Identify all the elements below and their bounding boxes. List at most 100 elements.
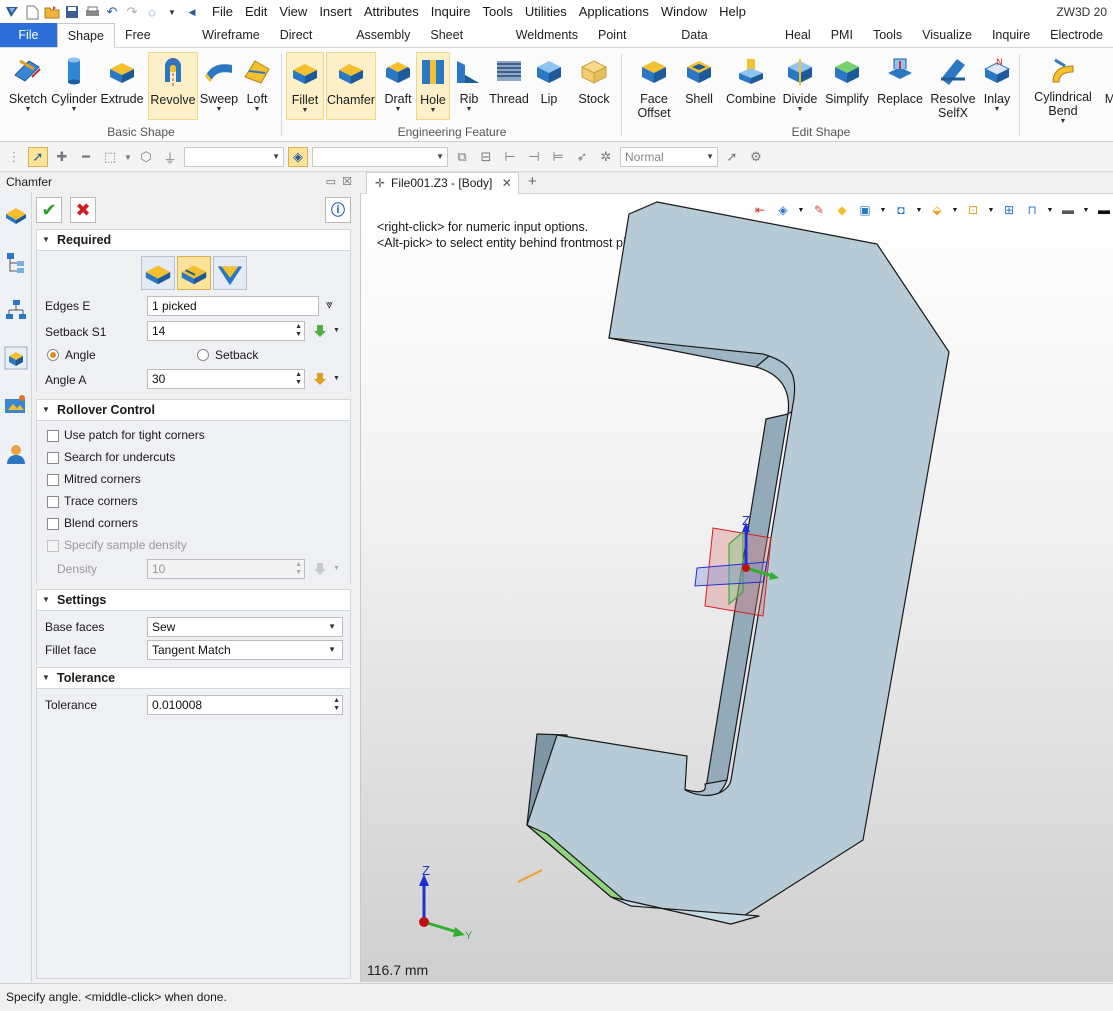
asymmetric-chamfer-icon[interactable] (177, 256, 211, 290)
add-tab-icon[interactable]: + (528, 173, 537, 190)
tab-tools[interactable]: Tools (863, 23, 912, 47)
menu-insert[interactable]: Insert (313, 0, 358, 24)
filter-icon[interactable]: ⏚ (160, 147, 180, 167)
tab-electrode[interactable]: Electrode (1040, 23, 1113, 47)
cursor-disabled-icon[interactable]: ➚ (722, 147, 742, 167)
lip-button[interactable]: Lip (534, 52, 564, 120)
part-icon[interactable] (4, 346, 28, 370)
tab-shape[interactable]: Shape (56, 23, 115, 48)
spinner-icon[interactable]: ▲ ▼ (295, 561, 302, 577)
tab-inquire[interactable]: Inquire (982, 23, 1040, 47)
divide-button[interactable]: Divide ▼ (780, 52, 820, 120)
new-file-icon[interactable] (24, 4, 40, 20)
history-tree-icon[interactable] (4, 250, 28, 274)
chamfer-button[interactable]: Chamfer (326, 52, 376, 120)
measure-icon[interactable]: ⊢ (500, 147, 520, 167)
expand-menu-icon[interactable]: ◀ (184, 4, 200, 20)
lasso-icon[interactable]: ⬡ (136, 147, 156, 167)
pick-filter-icon[interactable]: ◈ (288, 147, 308, 167)
section-required[interactable]: Required (36, 229, 351, 251)
section-tolerance[interactable]: Tolerance (36, 667, 351, 689)
tab-assembly[interactable]: Assembly (346, 23, 420, 47)
save-icon[interactable] (64, 4, 80, 20)
search-undercuts-checkbox[interactable] (47, 452, 59, 464)
cylindrical-bend-button[interactable]: Cylindrical Bend ▼ (1030, 52, 1096, 125)
tab-weldments[interactable]: Weldments (506, 23, 588, 47)
snap-icon[interactable]: ⧉ (452, 147, 472, 167)
tab-direct-edit[interactable]: Direct Edit (270, 23, 346, 66)
undo-icon[interactable]: ↶ (104, 4, 120, 20)
tab-file[interactable]: File (0, 23, 57, 47)
pick-combo[interactable]: ▼ (312, 147, 448, 167)
thread-button[interactable]: Thread (488, 52, 530, 120)
rib-button[interactable]: Rib ▼ (452, 52, 486, 120)
use-patch-checkbox[interactable] (47, 430, 59, 442)
help-button[interactable]: ⓘ (325, 197, 351, 223)
chevron-down-icon[interactable]: ▼ (333, 565, 340, 572)
tab-pmi[interactable]: PMI (821, 23, 863, 47)
section-rollover-control[interactable]: Rollover Control (36, 399, 351, 421)
customize-dropdown-icon[interactable]: ▼ (164, 4, 180, 20)
filter-combo[interactable]: ▼ (184, 147, 284, 167)
more-button[interactable]: M (1104, 52, 1113, 120)
menu-help[interactable]: Help (713, 0, 752, 24)
menu-inquire[interactable]: Inquire (425, 0, 477, 24)
remove-icon[interactable]: ━ (76, 147, 96, 167)
extrude-button[interactable]: Extrude (98, 52, 146, 120)
open-file-icon[interactable] (44, 4, 60, 20)
fillet-button[interactable]: Fillet ▼ (286, 52, 324, 120)
shell-button[interactable]: Shell (680, 52, 718, 120)
cursor-icon[interactable]: ➶ (572, 147, 592, 167)
stock-button[interactable]: Stock (574, 52, 614, 120)
lock-icon[interactable]: ⊟ (476, 147, 496, 167)
menu-attributes[interactable]: Attributes (358, 0, 425, 24)
print-icon[interactable] (84, 4, 100, 20)
close-tab-icon[interactable]: ✕ (502, 176, 512, 190)
tab-wireframe[interactable]: Wireframe (192, 23, 270, 47)
redo-icon[interactable]: ↷ (124, 4, 140, 20)
tab-point-cloud[interactable]: Point Cloud (588, 23, 671, 66)
pin-icon[interactable]: ✛ (375, 173, 385, 193)
menu-edit[interactable]: Edit (239, 0, 273, 24)
menu-file[interactable]: File (206, 0, 239, 24)
pick-distance-icon[interactable] (313, 324, 327, 338)
base-faces-select[interactable]: Sew ▼ (147, 617, 343, 637)
tab-free-form[interactable]: Free Form (115, 23, 192, 66)
ok-button[interactable]: ✔ (36, 197, 62, 223)
chevron-down-icon[interactable]: ▼ (124, 147, 132, 167)
menu-applications[interactable]: Applications (573, 0, 655, 24)
blend-corners-checkbox[interactable] (47, 518, 59, 530)
pick-mode-icon[interactable]: ➚ (28, 147, 48, 167)
tolerance-field[interactable]: 0.010008 ▲ ▼ (147, 695, 343, 715)
spinner-icon[interactable]: ▲ ▼ (295, 371, 302, 387)
spinner-icon[interactable]: ▲ ▼ (333, 697, 340, 713)
tab-sheet-metal[interactable]: Sheet Metal (420, 23, 505, 66)
angle-field[interactable]: 30 ▲ ▼ (147, 369, 305, 389)
hole-button[interactable]: Hole ▼ (416, 52, 450, 120)
tab-data-exchange[interactable]: Data Exchange (671, 23, 775, 66)
revolve-button[interactable]: Revolve (148, 52, 198, 120)
face-offset-button[interactable]: Face Offset (630, 52, 678, 120)
menu-view[interactable]: View (273, 0, 313, 24)
density-field[interactable]: 10 ▲ ▼ (147, 559, 305, 579)
pick-density-icon[interactable] (313, 562, 327, 576)
spinner-icon[interactable]: ▲ ▼ (295, 323, 302, 339)
setback-radio[interactable] (197, 349, 209, 361)
box-select-icon[interactable]: ⬚ (100, 147, 120, 167)
sweep-button[interactable]: Sweep ▼ (198, 52, 240, 120)
section-settings[interactable]: Settings (36, 589, 351, 611)
combine-button[interactable]: Combine (724, 52, 778, 120)
symmetric-chamfer-icon[interactable] (141, 256, 175, 290)
filter-list-icon[interactable]: ⊨ (548, 147, 568, 167)
expand-list-icon[interactable]: ⩔ (326, 297, 333, 312)
menu-tools[interactable]: Tools (477, 0, 519, 24)
app-logo-icon[interactable] (4, 4, 20, 20)
assembly-tree-icon[interactable] (4, 298, 28, 322)
sketch-button[interactable]: Sketch ▼ (6, 52, 50, 120)
close-icon[interactable]: ☒ (342, 176, 352, 188)
cylinder-button[interactable]: Cylinder ▼ (50, 52, 98, 120)
vertex-chamfer-icon[interactable] (213, 256, 247, 290)
chevron-down-icon[interactable]: ▼ (333, 327, 340, 334)
inlay-button[interactable]: N Inlay ▼ (978, 52, 1016, 120)
fillet-face-select[interactable]: Tangent Match ▼ (147, 640, 343, 660)
